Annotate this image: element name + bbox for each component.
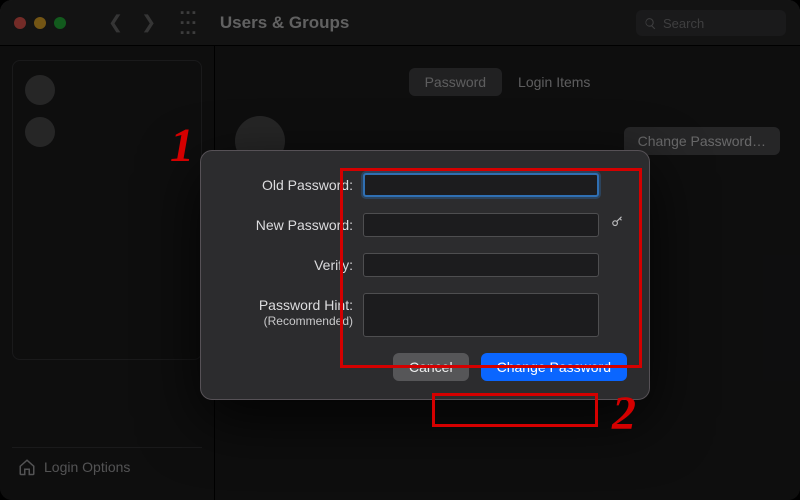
open-change-password-button[interactable]: Change Password… [624, 127, 780, 155]
change-password-dialog: Old Password: New Password: Verify: Pass… [200, 150, 650, 400]
cancel-button[interactable]: Cancel [393, 353, 469, 381]
old-password-label: Old Password: [223, 173, 353, 194]
zoom-window-button[interactable] [54, 17, 66, 29]
user-display-name [297, 131, 302, 151]
user-list-item-label [63, 125, 66, 139]
new-password-row: New Password: [223, 213, 627, 237]
new-password-label: New Password: [223, 213, 353, 234]
login-options-button[interactable]: Login Options [12, 447, 202, 486]
verify-input[interactable] [363, 253, 599, 277]
nav-arrows: ❮ ❯ [108, 12, 156, 33]
show-all-prefs-icon[interactable]: ▪▪▪▪▪▪▪▪▪ [180, 8, 198, 38]
old-password-input[interactable] [363, 173, 599, 197]
password-assistant-key-icon[interactable] [609, 213, 627, 229]
tab-login-items[interactable]: Login Items [502, 68, 606, 96]
tabs: Password Login Items [235, 68, 780, 96]
verify-label: Verify: [223, 253, 353, 274]
user-list-item[interactable] [21, 111, 193, 153]
users-sidebar: Login Options [0, 46, 215, 500]
hint-label: Password Hint: (Recommended) [223, 293, 353, 328]
window-controls [14, 17, 66, 29]
minimize-window-button[interactable] [34, 17, 46, 29]
dialog-buttons: Cancel Change Password [223, 353, 627, 381]
search-icon [644, 17, 657, 30]
hint-input[interactable] [363, 293, 599, 337]
close-window-button[interactable] [14, 17, 26, 29]
user-list-item[interactable] [21, 69, 193, 111]
tab-password[interactable]: Password [409, 68, 502, 96]
back-button[interactable]: ❮ [108, 12, 123, 33]
change-password-button[interactable]: Change Password [481, 353, 627, 381]
titlebar: ❮ ❯ ▪▪▪▪▪▪▪▪▪ Users & Groups Search [0, 0, 800, 46]
verify-row: Verify: [223, 253, 627, 277]
house-icon [18, 458, 36, 476]
user-list[interactable] [12, 60, 202, 360]
avatar [25, 75, 55, 105]
pane-title: Users & Groups [220, 13, 349, 33]
system-preferences-window: ❮ ❯ ▪▪▪▪▪▪▪▪▪ Users & Groups Search [0, 0, 800, 500]
search-field[interactable]: Search [636, 10, 786, 36]
new-password-input[interactable] [363, 213, 599, 237]
hint-row: Password Hint: (Recommended) [223, 293, 627, 337]
forward-button[interactable]: ❯ [141, 12, 156, 33]
user-list-item-label [63, 83, 66, 97]
old-password-row: Old Password: [223, 173, 627, 197]
avatar [25, 117, 55, 147]
search-placeholder: Search [663, 16, 704, 31]
login-options-label: Login Options [44, 459, 130, 475]
